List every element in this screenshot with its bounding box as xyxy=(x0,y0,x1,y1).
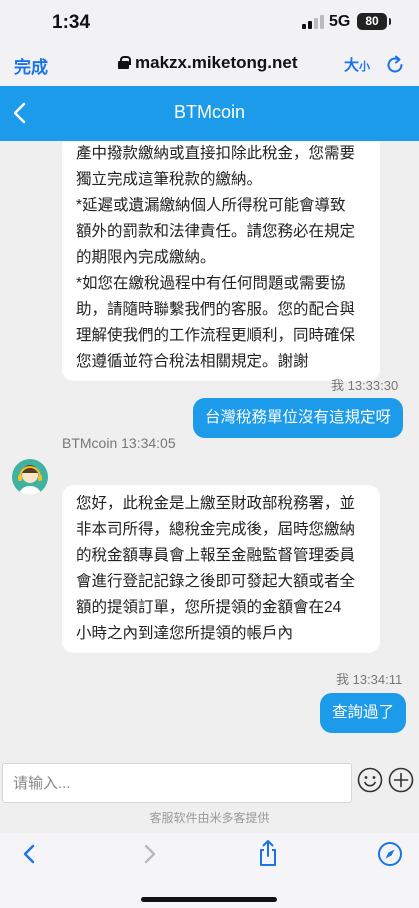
message-bubble-user: 台灣稅務單位沒有這規定呀 xyxy=(193,398,404,438)
compass-icon[interactable] xyxy=(377,841,403,867)
emoji-icon[interactable] xyxy=(357,767,383,793)
done-button[interactable]: 完成 xyxy=(14,53,48,78)
message-bubble-agent: 您好，此稅金是上繳至財政部稅務署，並 非本司所得，總稅金完成後，屆時您繳納 的稅… xyxy=(62,485,380,653)
message-bubble-user: 查詢過了 xyxy=(320,693,407,733)
home-indicator xyxy=(141,897,277,902)
chat-header: BTMcoin xyxy=(0,86,419,141)
share-icon[interactable] xyxy=(257,839,279,867)
text-size-small: 小 xyxy=(359,61,371,73)
status-bar: 1:34 5G 80 xyxy=(0,0,419,44)
message-input[interactable] xyxy=(2,763,352,803)
text-size-button[interactable]: 大小 xyxy=(344,54,370,75)
headset-agent-icon xyxy=(18,465,42,495)
plus-icon[interactable] xyxy=(388,767,414,793)
forward-arrow-icon[interactable] xyxy=(141,842,159,866)
message-meta-user: 我 13:34:11 xyxy=(336,672,403,687)
reload-icon[interactable] xyxy=(384,54,406,76)
address-bar[interactable]: makzx.miketong.net xyxy=(118,53,298,73)
text-size-big: 大 xyxy=(344,57,360,74)
lock-icon xyxy=(118,56,131,69)
status-time: 1:34 xyxy=(52,12,91,33)
battery-icon: 80 xyxy=(357,13,391,30)
back-arrow-icon[interactable] xyxy=(20,842,38,866)
agent-avatar xyxy=(12,459,48,495)
message-meta-user: 我 13:33:30 xyxy=(331,378,399,393)
message-meta-agent: BTMcoin 13:34:05 xyxy=(62,435,176,451)
network-type: 5G xyxy=(329,13,351,30)
signal-icon xyxy=(302,15,324,29)
input-area: 客服软件由米多客提供 xyxy=(0,753,419,833)
chat-messages[interactable]: 產中撥款繳納或直接扣除此稅金，您需要 獨立完成這筆稅款的繳納。 *延遲或遺漏繳納… xyxy=(0,141,419,753)
browser-bar: 完成 makzx.miketong.net 大小 xyxy=(0,44,419,86)
message-bubble-agent: 產中撥款繳納或直接扣除此稅金，您需要 獨立完成這筆稅款的繳納。 *延遲或遺漏繳納… xyxy=(62,141,380,381)
chat-title: BTMcoin xyxy=(173,102,245,122)
powered-by-text: 客服软件由米多客提供 xyxy=(149,811,270,825)
url-text: makzx.miketong.net xyxy=(135,53,298,72)
